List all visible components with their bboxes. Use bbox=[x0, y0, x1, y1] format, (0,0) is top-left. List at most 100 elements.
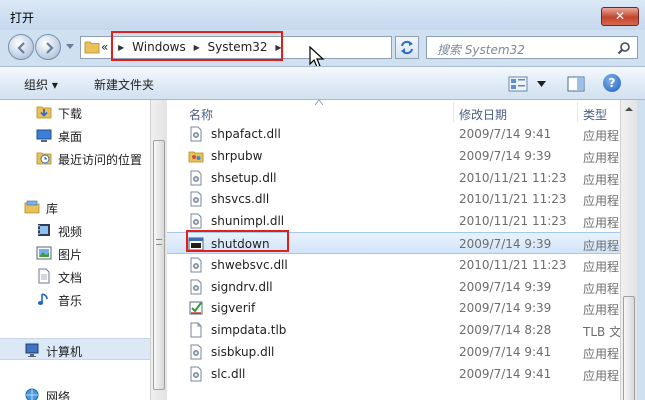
file-date: 2009/7/14 9:39 bbox=[459, 279, 552, 294]
forward-button[interactable] bbox=[35, 34, 61, 60]
file-row[interactable]: shwebsvc.dll 2010/11/21 11:23 应用程 bbox=[167, 254, 620, 276]
nav-item-pictures[interactable]: 图片 bbox=[0, 242, 150, 264]
nav-item-network[interactable]: 网络 bbox=[0, 384, 150, 400]
nav-pane-scrollbar[interactable] bbox=[150, 100, 167, 400]
file-row[interactable]: simpdata.tlb 2009/7/14 8:28 TLB 文 bbox=[167, 319, 620, 341]
file-type: 应用程 bbox=[583, 281, 620, 296]
view-options-icon[interactable] bbox=[508, 75, 528, 93]
file-name: shwebsvc.dll bbox=[211, 257, 288, 272]
file-row[interactable]: slc.dll 2009/7/14 9:41 应用程 bbox=[167, 363, 620, 385]
dll-file-icon bbox=[188, 170, 204, 186]
nav-item-label: 音乐 bbox=[58, 294, 83, 308]
file-date: 2009/7/14 8:28 bbox=[459, 323, 552, 338]
search-icon[interactable] bbox=[617, 41, 631, 55]
shared-folder-wizard-icon bbox=[188, 148, 204, 164]
file-list-scroll-thumb[interactable] bbox=[623, 296, 635, 400]
file-date: 2009/7/14 9:41 bbox=[459, 366, 552, 381]
arrow-right-icon bbox=[46, 42, 54, 54]
dll-file-icon bbox=[188, 213, 204, 229]
file-row[interactable]: shrpubw 2009/7/14 9:39 应用程 bbox=[167, 145, 620, 167]
dll-file-icon bbox=[188, 279, 204, 295]
nav-item-recent-places[interactable]: 最近访问的位置 bbox=[0, 147, 150, 169]
desktop-icon bbox=[36, 129, 52, 142]
column-header-type[interactable]: 类型 bbox=[583, 100, 607, 122]
file-type: 应用程 bbox=[583, 216, 620, 231]
column-divider[interactable] bbox=[577, 102, 578, 122]
refresh-icon bbox=[401, 40, 413, 55]
new-folder-button[interactable]: 新建文件夹 bbox=[94, 76, 154, 93]
back-button[interactable] bbox=[8, 34, 34, 60]
file-date: 2009/7/14 9:41 bbox=[459, 127, 552, 141]
file-date: 2009/7/14 9:39 bbox=[459, 148, 552, 163]
scroll-up-icon[interactable] bbox=[623, 102, 635, 116]
file-type: 应用程 bbox=[583, 172, 620, 187]
file-type: TLB 文 bbox=[583, 325, 620, 340]
help-button[interactable]: ? bbox=[603, 74, 621, 92]
organize-button[interactable]: 组织 ▾ bbox=[24, 76, 58, 93]
computer-icon bbox=[25, 343, 39, 357]
dll-file-icon bbox=[188, 344, 204, 360]
file-date: 2009/7/14 9:41 bbox=[459, 345, 552, 359]
nav-item-label: 桌面 bbox=[58, 130, 83, 144]
breadcrumb-item-windows[interactable]: Windows bbox=[132, 40, 186, 54]
chevron-right-icon[interactable]: ▶ bbox=[275, 43, 281, 52]
file-row[interactable]: sisbkup.dll 2009/7/14 9:41 应用程 bbox=[167, 341, 620, 363]
file-list-scrollbar[interactable] bbox=[620, 100, 637, 400]
column-divider[interactable] bbox=[453, 102, 454, 122]
chevron-right-icon[interactable]: ▶ bbox=[194, 43, 200, 52]
file-name: shpafact.dll bbox=[211, 127, 281, 141]
download-folder-icon bbox=[36, 106, 52, 119]
file-row[interactable]: signdrv.dll 2009/7/14 9:39 应用程 bbox=[167, 276, 620, 298]
file-date: 2010/11/21 11:23 bbox=[459, 257, 567, 272]
nav-item-videos[interactable]: 视频 bbox=[0, 219, 150, 241]
column-header-date[interactable]: 修改日期 bbox=[459, 100, 507, 122]
column-header-name[interactable]: 名称 bbox=[189, 100, 213, 122]
nav-item-label: 图片 bbox=[58, 248, 83, 262]
file-type: 应用程 bbox=[583, 150, 620, 165]
nav-item-label: 视频 bbox=[58, 225, 83, 239]
file-row[interactable]: shunimpl.dll 2010/11/21 11:23 应用程 bbox=[167, 210, 620, 232]
file-row[interactable]: shutdown 2009/7/14 9:39 应用程 bbox=[167, 232, 620, 254]
nav-item-libraries[interactable]: 库 bbox=[0, 196, 150, 218]
search-input[interactable]: 搜索 System32 bbox=[426, 36, 638, 59]
nav-item-label: 网络 bbox=[46, 390, 71, 400]
file-type: 应用程 bbox=[583, 303, 620, 318]
refresh-button[interactable] bbox=[395, 36, 419, 59]
file-name: simpdata.tlb bbox=[211, 323, 287, 338]
file-row[interactable]: sigverif 2009/7/14 9:39 应用程 bbox=[167, 297, 620, 319]
file-name: signdrv.dll bbox=[211, 279, 273, 294]
nav-item-documents[interactable]: 文档 bbox=[0, 265, 150, 287]
file-type: 应用程 bbox=[583, 368, 620, 383]
view-dropdown-icon[interactable] bbox=[537, 81, 546, 87]
file-name: slc.dll bbox=[211, 366, 246, 381]
nav-item-computer[interactable]: 计算机 bbox=[0, 338, 150, 360]
file-name: shsvcs.dll bbox=[211, 192, 270, 207]
libraries-icon bbox=[24, 200, 40, 214]
nav-item-desktop[interactable]: 桌面 bbox=[0, 124, 150, 146]
nav-pane-scroll-thumb[interactable] bbox=[153, 140, 165, 390]
file-name: sigverif bbox=[211, 301, 256, 316]
file-row[interactable]: shsetup.dll 2010/11/21 11:23 应用程 bbox=[167, 167, 620, 189]
preview-pane-icon[interactable] bbox=[567, 75, 585, 93]
breadcrumb-item-system32[interactable]: System32 bbox=[208, 40, 268, 54]
breadcrumb: « ▶ Windows ▶ System32 ▶ bbox=[101, 40, 286, 57]
recent-places-icon bbox=[36, 152, 52, 165]
sort-ascending-icon bbox=[315, 100, 323, 105]
recent-pages-dropdown-icon[interactable] bbox=[66, 42, 74, 50]
nav-item-label: 下载 bbox=[58, 107, 83, 121]
close-button[interactable]: ✕ bbox=[601, 7, 639, 26]
network-icon bbox=[25, 388, 39, 400]
dll-file-icon bbox=[188, 191, 204, 207]
file-row[interactable]: shsvcs.dll 2010/11/21 11:23 应用程 bbox=[167, 188, 620, 210]
search-placeholder: 搜索 System32 bbox=[437, 43, 525, 57]
breadcrumb-overflow[interactable]: « bbox=[101, 40, 108, 54]
nav-item-label: 库 bbox=[46, 202, 59, 216]
address-bar[interactable]: « ▶ Windows ▶ System32 ▶ bbox=[80, 36, 467, 59]
music-icon bbox=[37, 293, 48, 305]
nav-item-label: 计算机 bbox=[46, 345, 83, 359]
nav-item-downloads[interactable]: 下载 bbox=[0, 101, 150, 123]
file-name: shrpubw bbox=[211, 148, 263, 163]
file-row[interactable]: shpafact.dll 2009/7/14 9:41 应用程 bbox=[167, 123, 620, 145]
nav-item-music[interactable]: 音乐 bbox=[0, 288, 150, 310]
file-list: 名称 修改日期 类型 shpafact.dll 2009/7/14 9:41 应用程… bbox=[167, 100, 620, 400]
